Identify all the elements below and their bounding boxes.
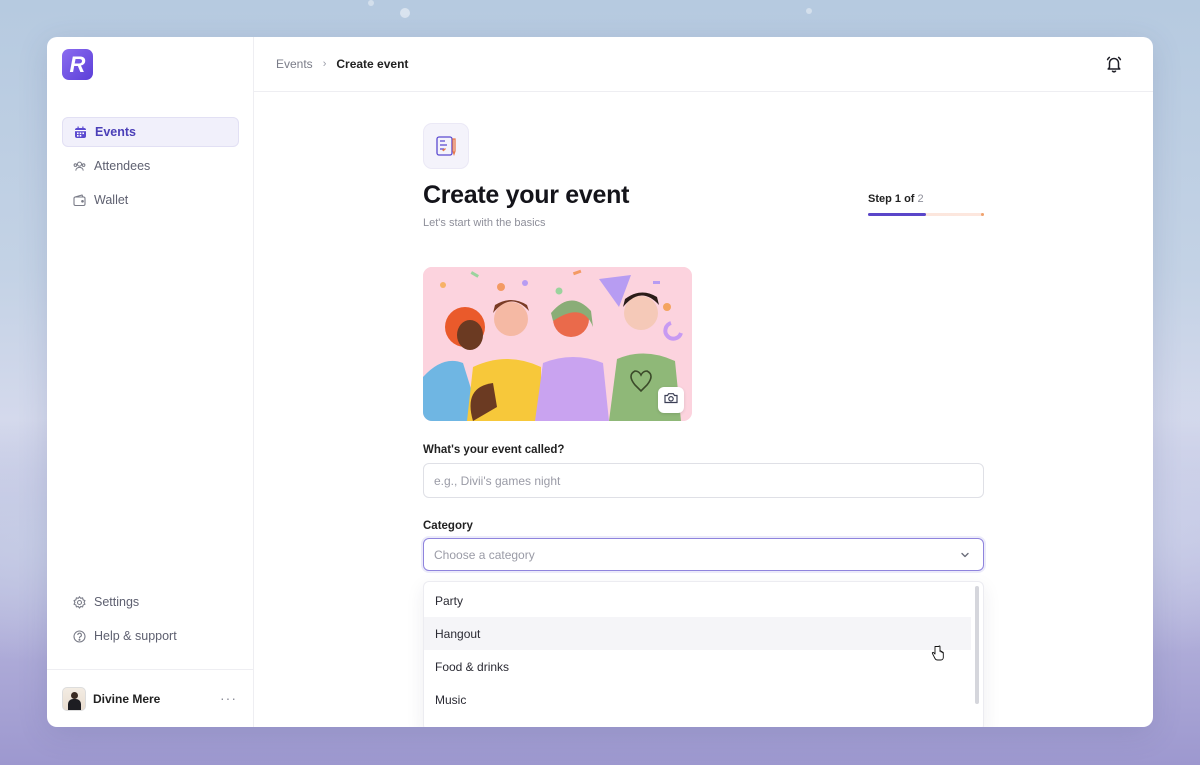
chevron-down-icon	[959, 549, 971, 561]
avatar	[62, 686, 86, 711]
category-select-placeholder: Choose a category	[434, 547, 535, 562]
chevron-right-icon: ›	[322, 58, 327, 70]
step-total: 2	[917, 193, 924, 205]
sidebar-item-attendees[interactable]: Attendees	[62, 151, 239, 181]
sidebar-item-label: Attendees	[94, 159, 151, 173]
hand-cursor-icon	[931, 645, 945, 661]
user-profile[interactable]: Divine Mere ···	[47, 669, 254, 727]
logo-letter: R	[69, 51, 86, 77]
category-option-music[interactable]: Music	[424, 683, 971, 716]
cover-illustration	[423, 267, 692, 421]
event-cover-image[interactable]	[423, 267, 692, 421]
event-form-icon	[423, 123, 469, 169]
breadcrumb-events[interactable]: Events	[276, 57, 313, 71]
step-indicator: Step 1 of 2	[868, 193, 984, 216]
page-subtitle: Let's start with the basics	[423, 217, 546, 229]
step-progress-fill	[868, 213, 926, 216]
breadcrumb-current: Create event	[336, 57, 409, 71]
wallet-icon	[73, 193, 86, 207]
category-option-food-drinks[interactable]: Food & drinks	[424, 650, 971, 683]
sidebar-item-wallet[interactable]: Wallet	[62, 185, 239, 215]
dropdown-scrollbar[interactable]	[975, 586, 979, 704]
camera-icon	[664, 391, 678, 409]
category-select[interactable]: Choose a category	[423, 538, 984, 571]
sidebar-item-settings[interactable]: Settings	[62, 587, 239, 617]
user-name: Divine Mere	[93, 691, 161, 706]
event-name-input[interactable]: e.g., Divii's games night	[423, 463, 984, 498]
sidebar-item-events[interactable]: Events	[62, 117, 239, 147]
gear-icon	[73, 595, 86, 609]
sidebar-item-label: Wallet	[94, 193, 129, 207]
sidebar-item-help[interactable]: Help & support	[62, 621, 239, 651]
sidebar-nav: Events Attendees Wallet	[62, 117, 239, 219]
users-icon	[73, 160, 86, 173]
sidebar-item-label: Help & support	[94, 629, 177, 643]
category-dropdown: Party Hangout Food & drinks Music	[423, 581, 984, 727]
category-label: Category	[423, 520, 473, 532]
calendar-icon	[74, 126, 87, 139]
step-label: Step 1 of 2	[868, 193, 984, 205]
more-options-icon[interactable]: ···	[220, 690, 237, 706]
sidebar-item-label: Events	[95, 125, 136, 139]
sidebar-item-label: Settings	[94, 595, 140, 609]
change-cover-button[interactable]	[658, 387, 684, 413]
app-window: R Events Attendees Wallet Settings Help …	[47, 37, 1153, 727]
category-option-party[interactable]: Party	[424, 584, 971, 617]
sidebar: R Events Attendees Wallet Settings Help …	[47, 37, 254, 727]
category-option-hangout[interactable]: Hangout	[424, 617, 971, 650]
bell-icon[interactable]	[1105, 55, 1123, 73]
help-icon	[73, 629, 86, 643]
step-progress-bar	[868, 213, 984, 216]
sidebar-bottom-nav: Settings Help & support	[62, 587, 239, 655]
step-prefix: Step 1 of	[868, 193, 918, 205]
app-logo[interactable]: R	[62, 49, 93, 80]
step-progress-end	[981, 213, 984, 216]
event-name-label: What's your event called?	[423, 444, 565, 456]
create-event-form: Create your event Let's start with the b…	[423, 123, 984, 727]
top-bar: Events › Create event	[254, 37, 1153, 92]
